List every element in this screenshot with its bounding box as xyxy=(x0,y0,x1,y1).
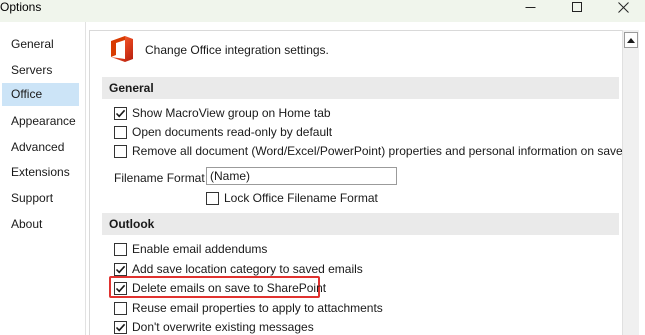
sidebar-item-general[interactable]: General xyxy=(2,33,79,56)
checkmark-icon xyxy=(115,265,126,273)
checkbox-checked[interactable] xyxy=(114,106,127,120)
checkbox-checked[interactable] xyxy=(114,320,127,334)
minimize-icon xyxy=(525,6,535,8)
sidebar-item-about[interactable]: About xyxy=(2,213,79,236)
options-sidebar: General Servers Office Appearance Advanc… xyxy=(0,22,86,335)
option-show-macroview[interactable]: Show MacroView group on Home tab xyxy=(114,104,331,122)
window-title: Options xyxy=(0,0,42,14)
sidebar-item-servers[interactable]: Servers xyxy=(2,59,79,82)
checkbox-unchecked[interactable] xyxy=(114,144,127,158)
option-label: Enable email addendums xyxy=(132,242,268,256)
option-open-readonly[interactable]: Open documents read-only by default xyxy=(114,123,332,141)
panel-top-border xyxy=(89,30,622,31)
option-dont-overwrite[interactable]: Don't overwrite existing messages xyxy=(114,318,314,335)
minimize-button[interactable] xyxy=(507,0,553,14)
option-label: Lock Office Filename Format xyxy=(224,191,378,205)
close-icon xyxy=(617,1,629,13)
option-label: Open documents read-only by default xyxy=(132,125,333,139)
checkbox-checked[interactable] xyxy=(114,262,127,276)
option-delete-emails[interactable]: Delete emails on save to SharePoint xyxy=(114,279,326,297)
option-label: Delete emails on save to SharePoint xyxy=(132,281,327,295)
office-logo-icon xyxy=(111,36,133,62)
checkbox-unchecked[interactable] xyxy=(114,125,127,139)
title-bar: Options xyxy=(0,0,645,22)
option-lock-filename-format[interactable]: Lock Office Filename Format xyxy=(206,189,378,207)
filename-format-input[interactable] xyxy=(206,167,397,185)
sidebar-item-extensions[interactable]: Extensions xyxy=(2,161,79,184)
sidebar-item-advanced[interactable]: Advanced xyxy=(2,136,79,159)
sidebar-item-office[interactable]: Office xyxy=(2,83,79,106)
filename-format-label: Filename Format xyxy=(114,171,205,185)
checkmark-icon xyxy=(115,109,126,117)
option-label: Show MacroView group on Home tab xyxy=(132,106,331,120)
option-label: Add save location category to saved emai… xyxy=(132,262,363,276)
section-header-general: General xyxy=(102,77,619,99)
option-label: Remove all document (Word/Excel/PowerPoi… xyxy=(132,144,623,158)
checkmark-icon xyxy=(115,284,126,292)
section-header-outlook: Outlook xyxy=(102,213,619,235)
vertical-scrollbar[interactable] xyxy=(622,30,639,335)
maximize-icon xyxy=(571,1,582,12)
option-label: Reuse email properties to apply to attac… xyxy=(132,301,383,315)
checkbox-checked[interactable] xyxy=(114,281,127,295)
panel-left-border xyxy=(89,30,90,335)
option-reuse-properties[interactable]: Reuse email properties to apply to attac… xyxy=(114,299,383,317)
triangle-up-icon xyxy=(627,37,635,43)
office-settings-panel: Change Office integration settings. Gene… xyxy=(89,22,623,335)
checkmark-icon xyxy=(115,323,126,331)
option-enable-addendums[interactable]: Enable email addendums xyxy=(114,240,267,258)
maximize-button[interactable] xyxy=(554,0,600,14)
checkbox-unchecked[interactable] xyxy=(206,191,219,205)
checkbox-unchecked[interactable] xyxy=(114,242,127,256)
option-label: Don't overwrite existing messages xyxy=(132,320,314,334)
sidebar-item-appearance[interactable]: Appearance xyxy=(2,110,79,133)
scroll-up-button[interactable] xyxy=(624,32,638,48)
sidebar-item-support[interactable]: Support xyxy=(2,187,79,210)
close-button[interactable] xyxy=(600,0,645,14)
header-text: Change Office integration settings. xyxy=(145,43,329,57)
checkbox-unchecked[interactable] xyxy=(114,301,127,315)
option-remove-properties[interactable]: Remove all document (Word/Excel/PowerPoi… xyxy=(114,142,623,160)
